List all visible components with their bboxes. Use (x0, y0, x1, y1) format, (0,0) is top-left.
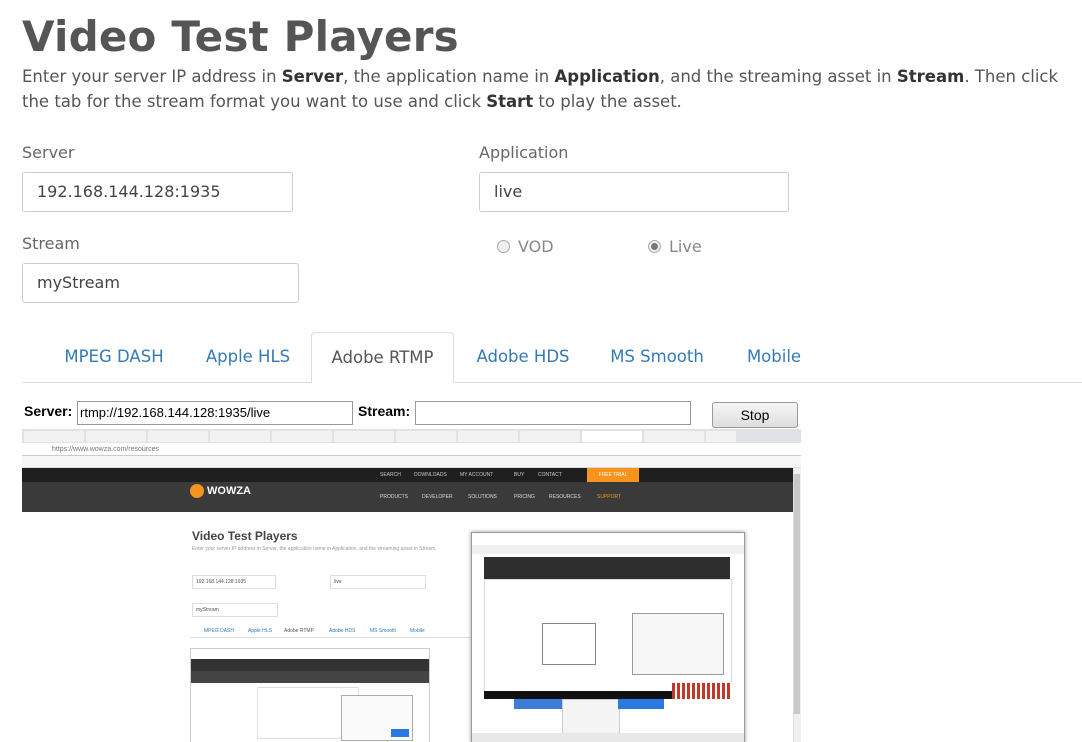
video-tab-label: MPEG DASH (204, 628, 235, 634)
tab-apple-hls[interactable]: Apple HLS (192, 332, 304, 382)
tab-bar-divider (22, 382, 1082, 383)
video-site-nav: PRODUCTS DEVELOPER SOLUTIONS PRICING RES… (22, 482, 793, 512)
overlay-selection (514, 699, 562, 709)
video-tab (458, 431, 518, 442)
video-tab-label: Apple HLS (248, 628, 272, 634)
wowza-logo-icon (190, 484, 204, 498)
overlay-player (542, 623, 596, 665)
radio-vod-label: VOD (518, 237, 554, 256)
video-tab-label: Adobe RTMP (284, 628, 314, 634)
overlay-dark-header (484, 557, 730, 579)
video-nav-link: SOLUTIONS (468, 494, 497, 500)
video-nav-link: PRODUCTS (380, 494, 409, 500)
player-server-label: Server: (24, 403, 73, 419)
video-tab (520, 431, 580, 442)
video-nav-link: SUPPORT (597, 494, 622, 500)
video-intro-line: Enter your server IP address in Server, … (192, 546, 437, 552)
nested-window-icon (391, 729, 409, 737)
server-input[interactable]: 192.168.144.128:1935 (22, 172, 293, 212)
video-stream-value: myStream (196, 607, 219, 613)
tab-mpeg-dash[interactable]: MPEG DASH (50, 332, 178, 382)
video-scrollbar-thumb (794, 474, 800, 714)
video-tab (706, 431, 736, 442)
overlay-statusbar (472, 733, 744, 742)
radio-live-label: Live (669, 237, 702, 256)
video-server-value: 192.168.144.128:1935 (196, 579, 247, 585)
video-top-link: FREE TRIAL (587, 468, 639, 482)
video-player[interactable]: https://www.wowza.com/resources SEARCH D… (22, 429, 801, 742)
video-app-value: live (334, 579, 342, 585)
video-page-title: Video Test Players (192, 529, 298, 543)
video-top-link: MY ACCOUNT (460, 472, 494, 478)
video-site-topbar: SEARCH DOWNLOADS MY ACCOUNT BUY CONTACT … (22, 468, 793, 482)
player-stream-input[interactable] (415, 401, 691, 425)
overlay-blue-cell (618, 699, 664, 709)
overlay-inner-window (632, 613, 724, 675)
stop-button[interactable]: Stop (712, 402, 798, 428)
tab-adobe-rtmp[interactable]: Adobe RTMP (311, 332, 454, 383)
tab-adobe-hds[interactable]: Adobe HDS (462, 332, 584, 382)
video-nav-link: DEVELOPER (422, 494, 453, 500)
overlay-menubar (472, 545, 744, 554)
video-tab-divider (190, 637, 480, 638)
video-tab (396, 431, 456, 442)
video-wowza-logo: WOWZA (190, 484, 251, 498)
stream-input[interactable]: myStream (22, 263, 299, 303)
video-bookmarks-bar (22, 456, 801, 468)
nested-nav-2 (191, 671, 429, 683)
nested-nav (191, 659, 429, 671)
video-tab-label: MS Smooth (370, 628, 397, 634)
video-nav-link: PRICING (514, 494, 535, 500)
video-tab (24, 431, 84, 442)
video-address-bar: https://www.wowza.com/resources (22, 443, 801, 456)
video-tab (644, 431, 704, 442)
video-nested-capture (190, 648, 430, 742)
overlay-level-meter (672, 683, 732, 699)
video-top-link: CONTACT (538, 472, 562, 478)
video-browser-tabs (22, 429, 801, 443)
video-nav-link: RESOURCES (549, 494, 581, 500)
player-stream-label: Stream: (358, 403, 411, 419)
tab-mobile[interactable]: Mobile (734, 332, 814, 382)
tab-ms-smooth[interactable]: MS Smooth (596, 332, 718, 382)
server-label: Server (22, 143, 75, 162)
video-overlay-window (471, 532, 745, 742)
video-tab (210, 431, 270, 442)
application-input[interactable]: live (479, 172, 789, 212)
video-app-box (330, 575, 426, 589)
video-tab (86, 431, 146, 442)
page-title: Video Test Players (22, 12, 459, 61)
video-top-link: SEARCH (380, 472, 401, 478)
intro-text: Enter your server IP address in Server, … (22, 67, 1059, 111)
radio-live[interactable]: Live (648, 237, 702, 256)
radio-vod-circle[interactable] (497, 240, 510, 253)
application-label: Application (479, 143, 569, 162)
radio-live-circle[interactable] (648, 240, 661, 253)
video-tab-active (582, 431, 642, 442)
video-top-link: DOWNLOADS (414, 472, 447, 478)
video-top-link: BUY (514, 472, 525, 478)
video-tab (334, 431, 394, 442)
video-tab-label: Adobe HDS (329, 628, 356, 634)
player-server-input[interactable]: rtmp://192.168.144.128:1935/live (77, 401, 353, 425)
radio-vod[interactable]: VOD (497, 237, 554, 256)
video-tab-label: Mobile (410, 628, 425, 634)
video-tab (148, 431, 208, 442)
stream-label: Stream (22, 234, 80, 253)
video-tab (272, 431, 332, 442)
